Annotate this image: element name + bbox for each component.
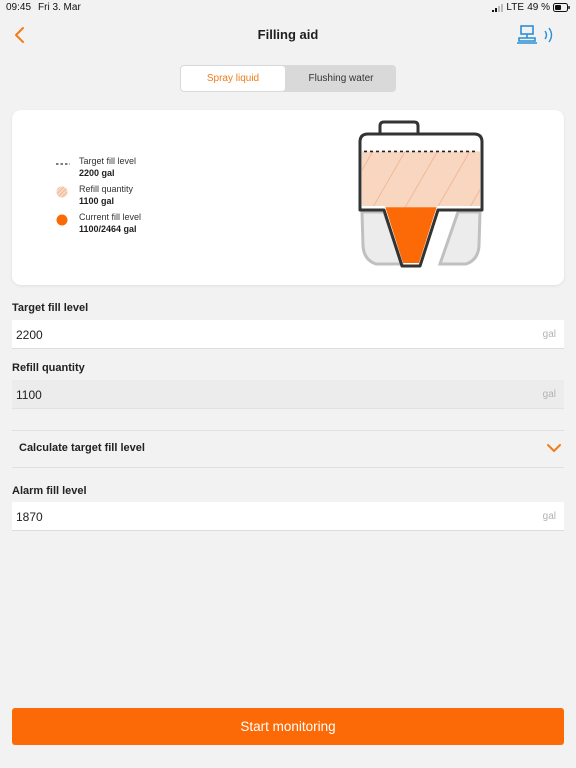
chevron-down-icon (547, 444, 561, 452)
legend-target-value: 2200 gal (79, 168, 115, 178)
legend-refill-label: Refill quantity (79, 184, 134, 194)
start-monitoring-button[interactable]: Start monitoring (12, 708, 564, 745)
calculate-target-label: Calculate target fill level (19, 442, 145, 454)
page-title: Filling aid (257, 27, 319, 42)
status-time: 09:45 (6, 2, 32, 13)
divider-bottom (12, 467, 564, 468)
filled-circle-icon (56, 214, 68, 226)
tab-switcher: Flushing water Spray liquid (180, 65, 396, 92)
status-date: Fri 3. Mar (38, 2, 81, 13)
tab-spray-liquid[interactable]: Spray liquid (181, 66, 285, 91)
target-fill-unit: gal (542, 329, 556, 340)
right-pod (437, 210, 482, 266)
tab-flushing-water[interactable]: Flushing water (286, 65, 396, 92)
target-fill-label: Target fill level (12, 302, 89, 314)
target-fill-input[interactable]: 2200 gal (12, 320, 564, 349)
refill-quantity-label: Refill quantity (12, 362, 85, 374)
tank-cap (378, 120, 420, 134)
alarm-fill-unit: gal (542, 511, 556, 522)
battery-percent: 49 % (527, 2, 550, 13)
signal-icon (492, 4, 503, 12)
status-bar: 09:45 Fri 3. Mar LTE 49 % (0, 0, 576, 16)
battery-icon (553, 3, 570, 12)
alarm-fill-value: 1870 (16, 510, 43, 524)
refill-region (362, 151, 480, 208)
legend-target: Target fill level 2200 gal (56, 156, 141, 184)
legend-current: Current fill level 1100/2464 gal (56, 212, 141, 240)
legend: Target fill level 2200 gal Refill quanti… (56, 156, 141, 240)
legend-current-value: 1100/2464 gal (79, 224, 137, 234)
refill-quantity-field: 1100 gal (12, 380, 564, 409)
refill-quantity-unit: gal (542, 389, 556, 400)
fill-visualization-card: Target fill level 2200 gal Refill quanti… (12, 110, 564, 285)
refill-quantity-value: 1100 (16, 388, 42, 402)
legend-refill: Refill quantity 1100 gal (56, 184, 141, 212)
hatched-circle-icon (56, 186, 68, 198)
tank-illustration (358, 120, 484, 268)
legend-target-label: Target fill level (79, 156, 137, 166)
calculate-target-expander[interactable]: Calculate target fill level (12, 431, 564, 466)
alarm-fill-label: Alarm fill level (12, 485, 87, 497)
dashed-line-icon (56, 163, 70, 165)
legend-refill-value: 1100 gal (79, 196, 115, 206)
device-wireless-icon[interactable] (512, 24, 562, 46)
alarm-fill-input[interactable]: 1870 gal (12, 502, 564, 531)
network-label: LTE (506, 2, 524, 13)
navigation-bar: Filling aid (0, 18, 576, 52)
target-fill-value: 2200 (16, 328, 43, 342)
legend-current-label: Current fill level (79, 212, 142, 222)
